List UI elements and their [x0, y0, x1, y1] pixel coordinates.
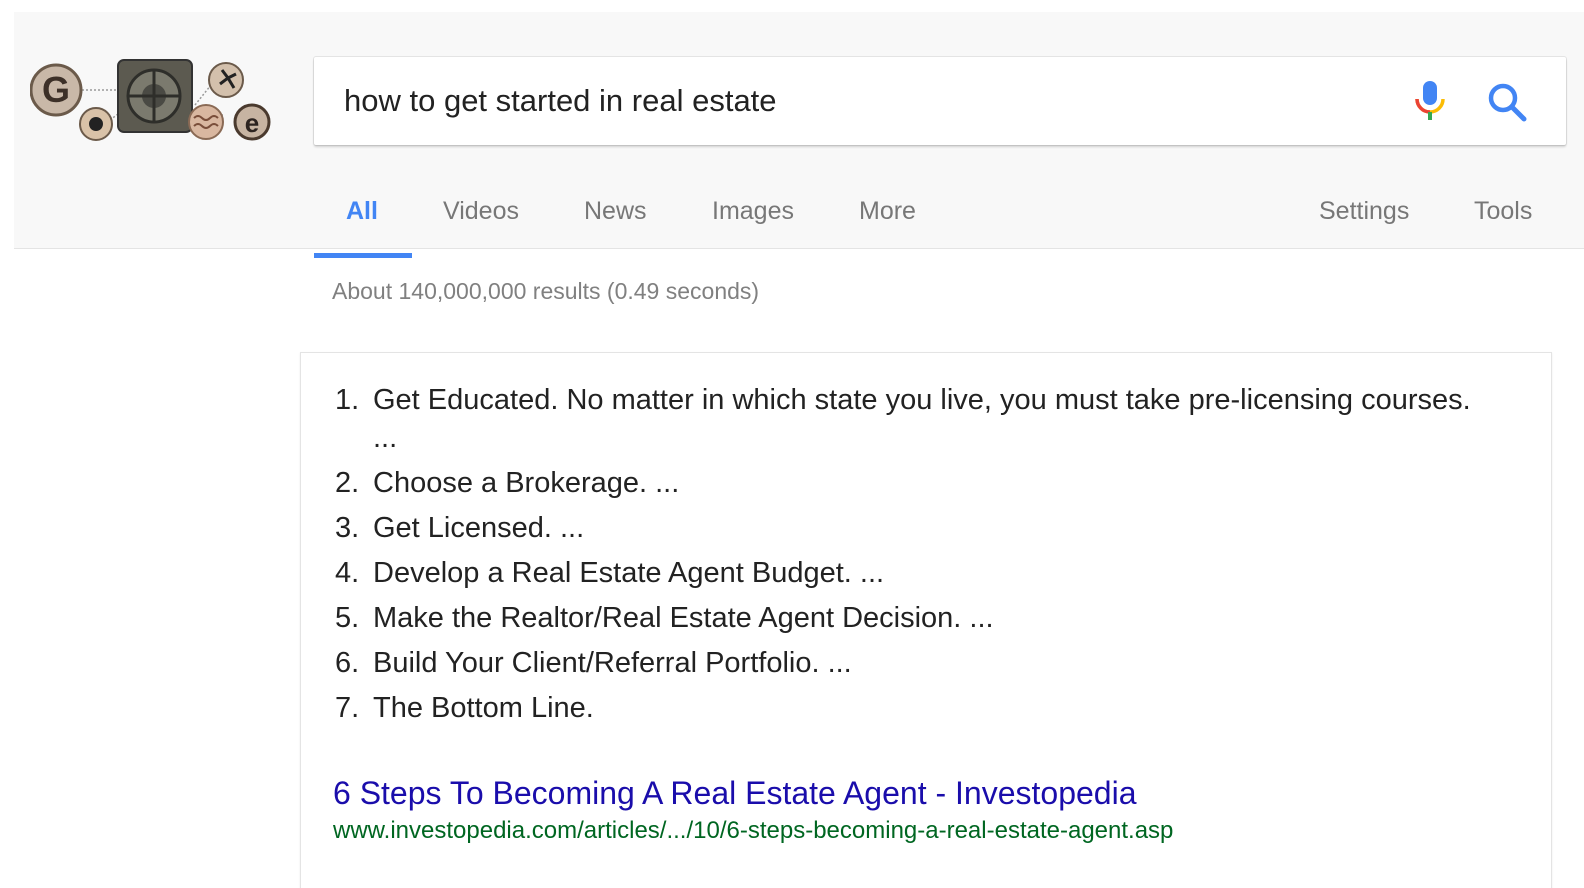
tab-all[interactable]: All: [346, 197, 378, 226]
tab-settings[interactable]: Settings: [1319, 197, 1409, 226]
search-icon[interactable]: [1486, 81, 1528, 123]
list-item-text: Choose a Brokerage. ...: [373, 467, 680, 499]
list-item-number: 4.: [335, 557, 360, 589]
result-stats: About 140,000,000 results (0.49 seconds): [332, 278, 760, 304]
list-item-text: Build Your Client/Referral Portfolio. ..…: [373, 647, 852, 679]
search-results-page: G e how to get started in real estate Al…: [0, 0, 1584, 888]
list-item-number: 5.: [335, 602, 360, 634]
list-item: 3. Get Licensed. ...: [335, 509, 1485, 547]
list-item-number: 3.: [335, 512, 360, 544]
list-item-number: 7.: [335, 692, 360, 724]
tab-more[interactable]: More: [859, 197, 916, 226]
snippet-list: 1. Get Educated. No matter in which stat…: [335, 381, 1485, 734]
header: G e how to get started in real estate Al…: [14, 12, 1584, 258]
search-box: [314, 57, 1566, 145]
active-tab-indicator: [314, 253, 412, 258]
list-item-number: 2.: [335, 467, 360, 499]
list-item-text: The Bottom Line.: [373, 692, 594, 724]
tab-tools[interactable]: Tools: [1474, 197, 1532, 226]
microphone-icon[interactable]: [1410, 79, 1450, 123]
tab-videos[interactable]: Videos: [443, 197, 519, 226]
svg-text:G: G: [42, 69, 70, 110]
tab-images[interactable]: Images: [712, 197, 794, 226]
list-item-text: Get Educated. No matter in which state y…: [373, 384, 1471, 454]
list-item: 2. Choose a Brokerage. ...: [335, 464, 1485, 502]
list-item: 6. Build Your Client/Referral Portfolio.…: [335, 644, 1485, 682]
result-url: www.investopedia.com/articles/.../10/6-s…: [333, 817, 1174, 844]
search-tabs: All Videos News Images More Settings Too…: [314, 197, 1564, 259]
result-title-link[interactable]: 6 Steps To Becoming A Real Estate Agent …: [333, 775, 1136, 812]
featured-snippet: 1. Get Educated. No matter in which stat…: [300, 352, 1552, 888]
list-item-text: Get Licensed. ...: [373, 512, 585, 544]
search-input[interactable]: [344, 79, 1374, 123]
list-item: 4. Develop a Real Estate Agent Budget. .…: [335, 554, 1485, 592]
tab-news[interactable]: News: [584, 197, 647, 226]
list-item-number: 1.: [335, 384, 360, 416]
list-item-number: 6.: [335, 647, 360, 679]
list-item: 5. Make the Realtor/Real Estate Agent De…: [335, 599, 1485, 637]
list-item: 1. Get Educated. No matter in which stat…: [335, 381, 1485, 457]
google-doodle-logo[interactable]: G e: [30, 50, 280, 146]
svg-text:e: e: [245, 108, 259, 138]
list-item: 7. The Bottom Line.: [335, 689, 1485, 727]
list-item-text: Make the Realtor/Real Estate Agent Decis…: [373, 602, 994, 634]
list-item-text: Develop a Real Estate Agent Budget. ...: [373, 557, 885, 589]
